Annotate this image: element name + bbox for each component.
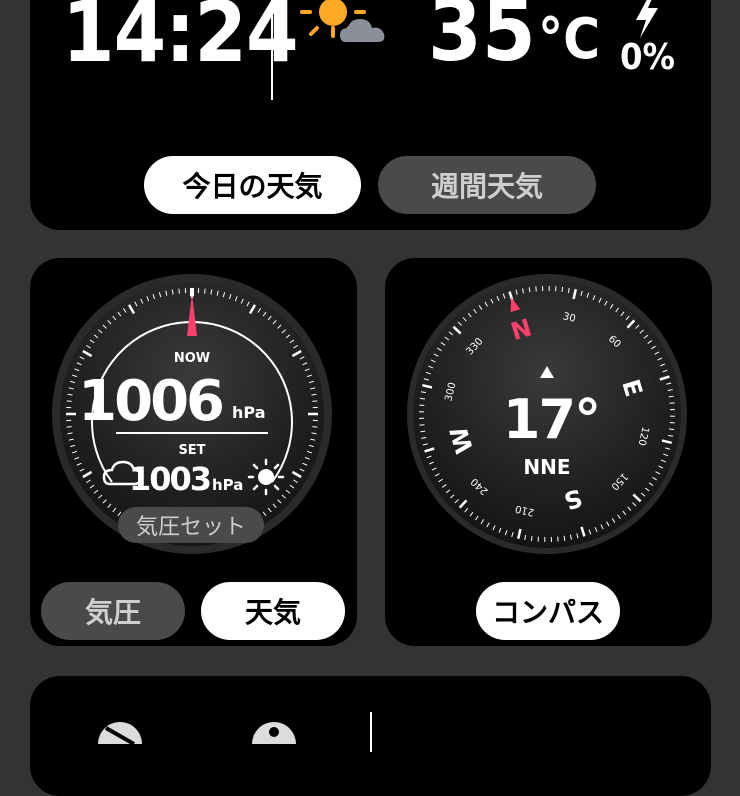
set-pressure-unit: hPa bbox=[212, 476, 243, 494]
tide-divider bbox=[370, 712, 372, 752]
now-pressure-unit: hPa bbox=[232, 403, 265, 422]
set-pressure-button[interactable]: 気圧セット bbox=[118, 507, 264, 543]
tab-today-weather-label: 今日の天気 bbox=[182, 165, 322, 205]
clock-time: 14:24 bbox=[62, 0, 298, 74]
tab-weather[interactable]: 天気 bbox=[201, 582, 345, 640]
now-label: NOW bbox=[174, 351, 210, 366]
dial-tick bbox=[312, 427, 317, 428]
sunny-icon bbox=[249, 460, 283, 494]
tab-pressure-label: 気圧 bbox=[85, 591, 141, 631]
dial-tick bbox=[312, 401, 317, 402]
tab-weather-label: 天気 bbox=[245, 591, 301, 631]
header-divider bbox=[271, 0, 273, 100]
precipitation-value: 0% bbox=[620, 40, 675, 76]
lightning-icon bbox=[628, 0, 664, 38]
tide-point-icon bbox=[250, 718, 298, 744]
temperature-unit: °C bbox=[538, 12, 600, 68]
tab-weekly-weather[interactable]: 週間天気 bbox=[378, 156, 596, 214]
dial-tick bbox=[179, 289, 180, 294]
compass-button[interactable]: コンパス bbox=[476, 582, 620, 640]
set-pressure-button-label: 気圧セット bbox=[136, 509, 246, 541]
now-pressure-value: 1006 bbox=[78, 369, 222, 434]
dial-tick bbox=[67, 427, 72, 428]
set-pressure-value: 1003 bbox=[129, 460, 210, 498]
tab-pressure[interactable]: 気圧 bbox=[41, 582, 185, 640]
compass-button-label: コンパス bbox=[492, 591, 604, 631]
temperature-value: 35 bbox=[428, 0, 536, 74]
tab-weekly-weather-label: 週間天気 bbox=[431, 165, 543, 205]
compass-dial: N E S W 3060120150210240300330 17° NNE bbox=[405, 272, 689, 556]
tidal-icon bbox=[96, 720, 144, 744]
cloud-icon bbox=[340, 19, 384, 42]
dial-tick bbox=[205, 289, 206, 294]
compass-direction-value: NNE bbox=[523, 455, 570, 479]
compass-heading-value: 17° bbox=[503, 388, 599, 451]
dial-tick bbox=[67, 401, 72, 402]
set-label: SET bbox=[178, 443, 205, 458]
tab-today-weather[interactable]: 今日の天気 bbox=[144, 156, 361, 214]
sun-cloud-icon bbox=[296, 0, 406, 56]
